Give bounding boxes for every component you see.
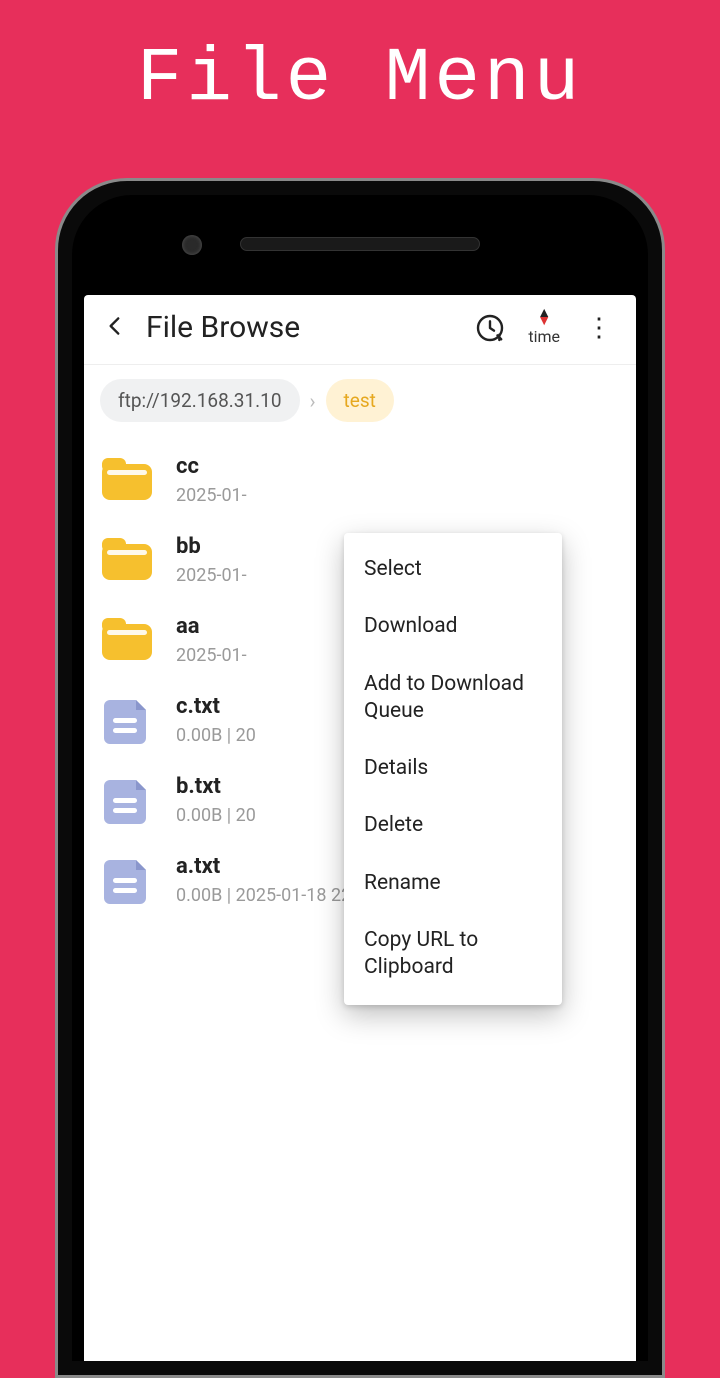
menu-item-download[interactable]: Download	[344, 598, 562, 655]
page-title: File Browse	[146, 310, 460, 345]
sort-label: time	[528, 327, 560, 346]
context-menu: Select Download Add to Download Queue De…	[344, 533, 562, 1005]
list-item[interactable]: cc 2025-01-	[100, 440, 620, 520]
menu-item-select[interactable]: Select	[344, 541, 562, 598]
history-icon[interactable]	[472, 312, 508, 344]
sort-arrows-icon: ▲▼	[537, 309, 551, 325]
more-icon[interactable]: ⋮	[580, 313, 618, 343]
menu-item-delete[interactable]: Delete	[344, 797, 562, 854]
breadcrumb: ftp://192.168.31.10 › test	[84, 365, 636, 436]
file-icon	[100, 696, 154, 744]
chevron-right-icon: ›	[310, 389, 316, 413]
sort-control[interactable]: ▲▼ time	[528, 309, 560, 346]
folder-icon	[100, 616, 154, 664]
phone-inner: File Browse ▲▼ time ⋮	[72, 195, 648, 1361]
phone-frame: File Browse ▲▼ time ⋮	[55, 178, 665, 1378]
camera-dot	[182, 235, 202, 255]
breadcrumb-root[interactable]: ftp://192.168.31.10	[100, 379, 300, 422]
menu-item-copy-url[interactable]: Copy URL to Clipboard	[344, 912, 562, 997]
app-bar: File Browse ▲▼ time ⋮	[84, 295, 636, 364]
app-screen: File Browse ▲▼ time ⋮	[84, 295, 636, 1361]
breadcrumb-current[interactable]: test	[326, 379, 394, 422]
menu-item-details[interactable]: Details	[344, 740, 562, 797]
folder-icon	[100, 456, 154, 504]
file-icon	[100, 856, 154, 904]
file-icon	[100, 776, 154, 824]
menu-item-rename[interactable]: Rename	[344, 855, 562, 912]
back-icon[interactable]	[102, 313, 128, 343]
promo-title: File Menu	[0, 0, 720, 122]
menu-item-add-queue[interactable]: Add to Download Queue	[344, 656, 562, 741]
file-meta: 2025-01-	[176, 485, 620, 506]
folder-icon	[100, 536, 154, 584]
speaker-grille	[240, 237, 480, 251]
file-name: cc	[176, 454, 620, 479]
